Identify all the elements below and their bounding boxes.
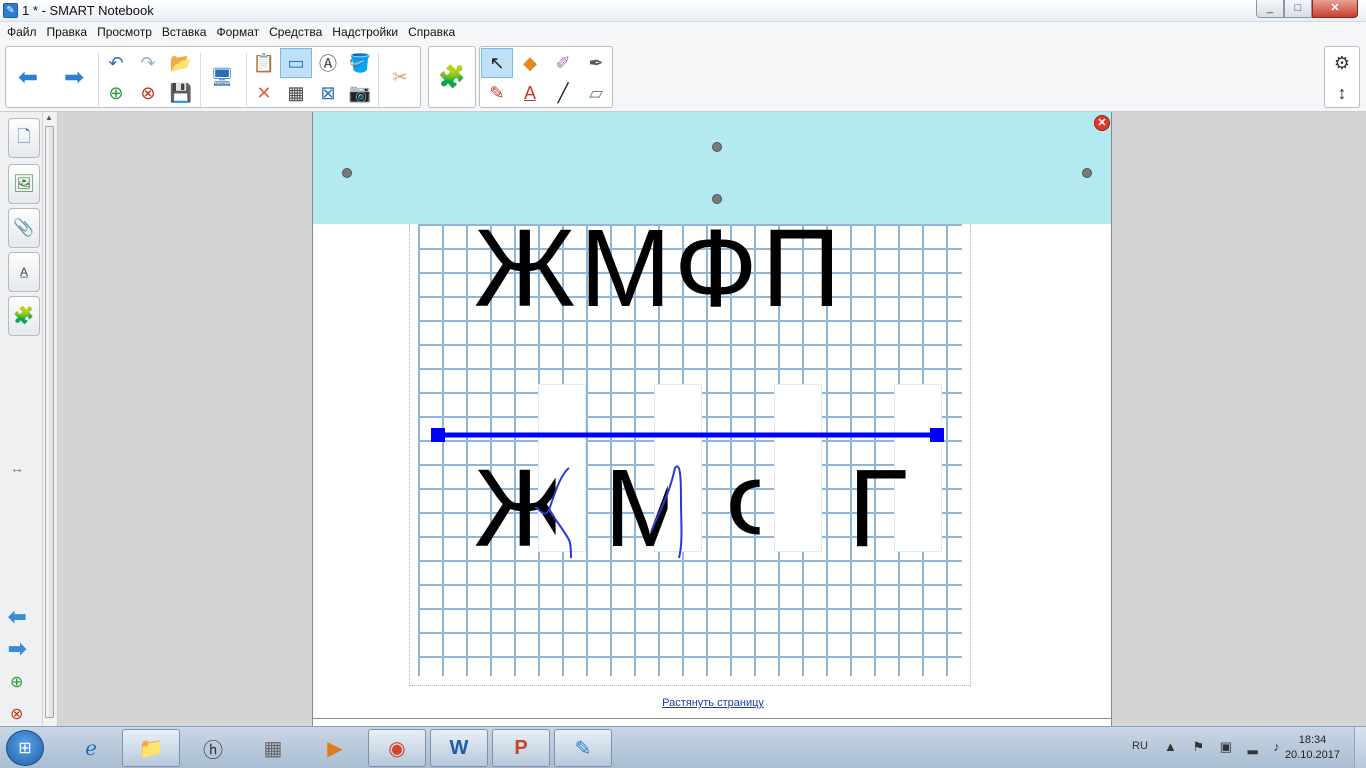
screen-shade-icon[interactable]: ▭ <box>280 48 312 78</box>
menu-edit[interactable]: Правка <box>42 25 93 39</box>
close-button[interactable]: ✕ <box>1312 0 1358 18</box>
clock[interactable]: 18:34 20.10.2017 <box>1285 733 1340 763</box>
previous-page-icon[interactable]: ⬅ <box>8 604 26 630</box>
paste-icon[interactable]: 📋 <box>248 48 280 78</box>
toolbar-group-main: ⬅ ➡ ↶ ↷ ⊕ ⊗ 📂 💾 🖥 📋 ✕ ▭ ▦ Ⓐ ⊠ 🪣 📷 ✂ <box>5 46 421 109</box>
full-screen-icon[interactable]: ⊠ <box>312 78 344 108</box>
title-bar: ✎ 1 * - SMART Notebook _ □ ✕ <box>0 0 1366 22</box>
eraser-icon[interactable]: ▱ <box>580 78 612 108</box>
select-icon[interactable]: ↖ <box>481 48 513 78</box>
separator <box>200 53 201 109</box>
addons-icon[interactable]: 🧩 <box>8 296 40 336</box>
page-bottom-border <box>313 718 1111 719</box>
menu-insert[interactable]: Вставка <box>157 25 212 39</box>
shade-handle-top[interactable] <box>712 142 722 152</box>
maximize-button[interactable]: □ <box>1284 0 1312 18</box>
delete-icon[interactable]: ✕ <box>248 78 280 108</box>
screen-capture-icon[interactable]: 📷 <box>344 78 376 108</box>
text-icon[interactable]: A <box>514 78 546 108</box>
creative-pen-icon[interactable]: ✐ <box>547 48 579 78</box>
menu-format[interactable]: Формат <box>211 25 264 39</box>
page-sorter-icon[interactable]: 🗋 <box>8 118 40 158</box>
cut-icon[interactable]: ✂ <box>384 47 416 107</box>
separator <box>246 53 247 109</box>
separator <box>378 53 379 109</box>
screen-shade[interactable]: ✕ <box>313 112 1111 224</box>
open-file-icon[interactable]: 📂 <box>165 48 197 78</box>
smart-notebook-icon: ✎ <box>3 3 18 18</box>
undo-icon[interactable]: ↶ <box>100 48 132 78</box>
start-button[interactable]: ⊞ <box>6 730 44 766</box>
sidebar: 🗋 🖼 📎 A̲ 🧩 ↔ ⬅ ➡ ⊕ ⊗ ▲ <box>0 112 58 726</box>
handwriting-m[interactable] <box>650 465 683 559</box>
notebook-page[interactable]: ЖМФП Ж М Ф Г ✕ Растянуть страницу <box>312 112 1112 726</box>
move-toolbar-icon[interactable]: ↕ <box>1326 78 1358 108</box>
next-page-icon[interactable]: ➡ <box>8 636 26 662</box>
back-icon[interactable]: ⬅ <box>12 47 44 107</box>
taskbar: ⊞ ℯ 📁 ⓗ ▦ ▶ ◉ W P ✎ RU ▲ ⚑ ▣ ▂ ♪ 18:34 2… <box>0 726 1366 768</box>
redo-icon[interactable]: ↷ <box>132 48 164 78</box>
shapes-icon[interactable]: ◆ <box>514 48 546 78</box>
close-shade-icon[interactable]: ✕ <box>1094 115 1110 131</box>
scroll-up-icon[interactable]: ▲ <box>45 113 53 122</box>
line-handle-left[interactable] <box>431 428 445 442</box>
tray-icons[interactable]: ▲ ⚑ ▣ ▂ ♪ <box>1164 739 1286 755</box>
magic-pen-icon[interactable]: ✒ <box>580 48 612 78</box>
minimize-button[interactable]: _ <box>1256 0 1284 18</box>
menu-view[interactable]: Просмотр <box>92 25 157 39</box>
stretch-page-link[interactable]: Растянуть страницу <box>313 697 1111 709</box>
system-tray: RU ▲ ⚑ ▣ ▂ ♪ 18:34 20.10.2017 <box>1106 727 1366 768</box>
forward-icon[interactable]: ➡ <box>58 47 90 107</box>
internet-explorer-icon[interactable]: ℯ <box>62 729 120 767</box>
clock-date: 20.10.2017 <box>1284 749 1340 761</box>
menu-addons[interactable]: Надстройки <box>327 25 403 39</box>
menu-tools[interactable]: Средства <box>264 25 327 39</box>
lines-icon[interactable]: ╱ <box>547 78 579 108</box>
recognize-icon[interactable]: Ⓐ <box>312 48 344 78</box>
smart-notebook-icon[interactable]: ✎ <box>554 729 612 767</box>
powerpoint-icon[interactable]: P <box>492 729 550 767</box>
shade-handle-right[interactable] <box>1082 168 1092 178</box>
word-icon[interactable]: W <box>430 729 488 767</box>
resize-sidebar-icon[interactable]: ↔ <box>10 460 24 476</box>
hp-icon[interactable]: ⓗ <box>184 729 242 767</box>
delete-page-icon[interactable]: ⊗ <box>132 78 164 108</box>
scroll-thumb[interactable] <box>45 126 54 718</box>
pens-icon[interactable]: ✎ <box>481 78 513 108</box>
media-player-icon[interactable]: ▶ <box>306 729 364 767</box>
menu-help[interactable]: Справка <box>403 25 460 39</box>
toolbar-group-addons: 🧩 <box>428 46 476 108</box>
clock-time: 18:34 <box>1298 734 1327 746</box>
window-controls: _ □ ✕ <box>1256 0 1358 18</box>
fill-icon[interactable]: 🪣 <box>344 48 376 78</box>
delete-page-icon[interactable]: ⊗ <box>10 704 23 724</box>
add-page-icon[interactable]: ⊕ <box>100 78 132 108</box>
menu-file[interactable]: Файл <box>2 25 42 39</box>
show-desktop-button[interactable] <box>1354 727 1366 768</box>
gallery-icon[interactable]: 🖼 <box>8 164 40 204</box>
shade-handle-left[interactable] <box>342 168 352 178</box>
toolbar-group-settings: ⚙ ↕ <box>1324 46 1360 108</box>
file-manager-icon[interactable]: 📁 <box>122 729 180 767</box>
handwriting-zh[interactable] <box>534 467 572 559</box>
calculator-icon[interactable]: ▦ <box>244 729 302 767</box>
sidebar-scrollbar[interactable]: ▲ <box>42 112 56 726</box>
toolbar: ⬅ ➡ ↶ ↷ ⊕ ⊗ 📂 💾 🖥 📋 ✕ ▭ ▦ Ⓐ ⊠ 🪣 📷 ✂ 🧩 ↖ … <box>0 42 1366 112</box>
display-icon[interactable]: 🖥 <box>206 47 238 107</box>
toolbar-group-tools: ↖ ✎ ◆ A ✐ ╱ ✒ ▱ <box>479 46 613 108</box>
table-icon[interactable]: ▦ <box>280 78 312 108</box>
chrome-icon[interactable]: ◉ <box>368 729 426 767</box>
settings-icon[interactable]: ⚙ <box>1326 48 1358 78</box>
attachments-icon[interactable]: 📎 <box>8 208 40 248</box>
add-page-icon[interactable]: ⊕ <box>10 672 23 692</box>
addons-icon[interactable]: 🧩 <box>436 47 468 107</box>
save-icon[interactable]: 💾 <box>165 78 197 108</box>
properties-icon[interactable]: A̲ <box>8 252 40 292</box>
language-indicator[interactable]: RU <box>1132 740 1148 752</box>
separator <box>98 53 99 109</box>
line-handle-right[interactable] <box>930 428 944 442</box>
window-title: 1 * - SMART Notebook <box>22 3 154 18</box>
menu-bar: Файл Правка Просмотр Вставка Формат Сред… <box>0 22 1366 42</box>
shade-handle-bottom[interactable] <box>712 194 722 204</box>
